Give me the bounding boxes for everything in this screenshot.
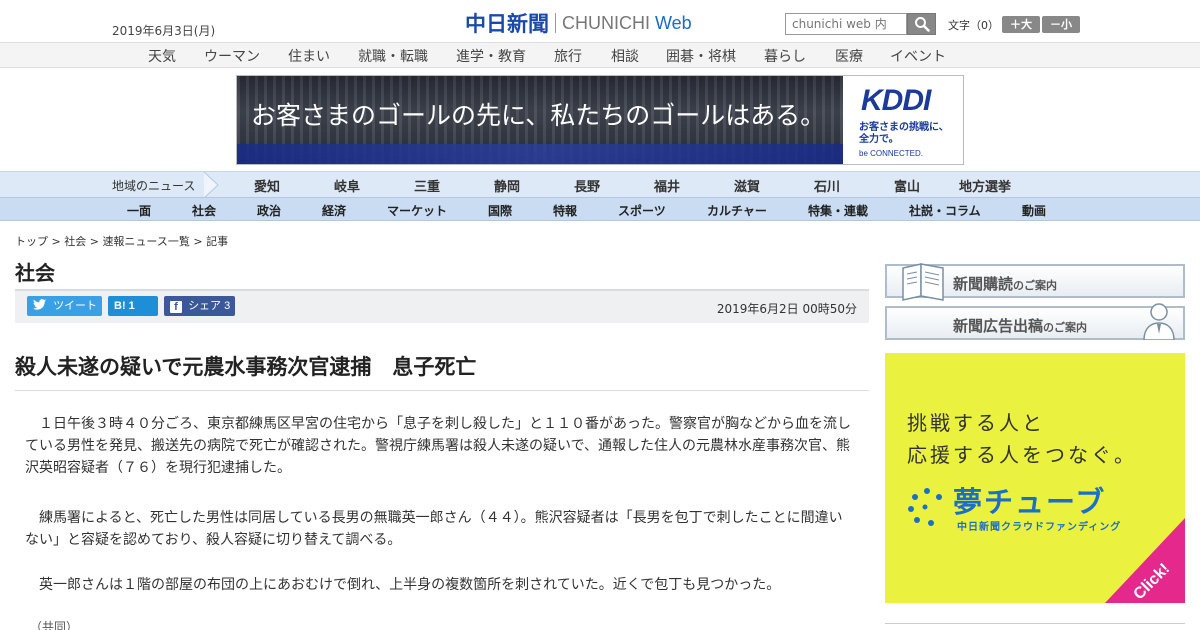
regional-nav-item[interactable]: 富山 <box>894 176 920 195</box>
section-nav-item[interactable]: 一面 <box>127 202 151 219</box>
font-large-button[interactable]: ＋大 <box>1002 16 1040 33</box>
site-header: 2019年6月3日(月) 中日新聞 CHUNICHI Web 文字（0） ＋大 … <box>0 0 1200 42</box>
ad-tagline-2: 全力で。 <box>859 134 899 145</box>
newspaper-icon <box>902 263 944 301</box>
category-nav-item[interactable]: 就職・転職 <box>358 46 428 66</box>
tweet-label: ツイート <box>53 300 98 312</box>
logo-english: CHUNICHI <box>562 12 650 33</box>
section-nav-item[interactable]: 動画 <box>1022 202 1046 219</box>
facebook-share-label: シェア 3 <box>188 300 231 312</box>
breadcrumb-current: 記事 <box>206 235 229 248</box>
subscribe-label-small: のご案内 <box>1013 279 1058 292</box>
category-nav-item[interactable]: 医療 <box>835 46 863 66</box>
logo-kanji: 中日新聞 <box>465 12 549 36</box>
section-nav: 一面 社会 政治 経済 マーケット 国際 特報 スポーツ カルチャー 特集・連載… <box>0 197 1200 221</box>
article-paragraph: １日午後３時４０分ごろ、東京都練馬区早宮の住宅から「息子を刺し殺した」と１１０番… <box>25 416 851 476</box>
section-nav-item[interactable]: 政治 <box>257 202 281 219</box>
businessperson-icon <box>1143 303 1175 340</box>
advertise-label-small: のご案内 <box>1043 321 1088 334</box>
search-input[interactable] <box>785 13 907 35</box>
category-nav-item[interactable]: イベント <box>890 46 946 66</box>
hatena-bookmark-button[interactable]: B! 1 <box>108 296 158 316</box>
regional-nav-item[interactable]: 愛知 <box>254 176 280 195</box>
regional-nav-item[interactable]: 地方選挙 <box>959 176 1011 195</box>
regional-nav-item[interactable]: 石川 <box>814 176 840 195</box>
breadcrumb: トップ > 社会 > 速報ニュース一覧 > 記事 <box>15 233 228 249</box>
section-nav-item[interactable]: 特集・連載 <box>808 202 868 219</box>
subscribe-label: 新聞購読のご案内 <box>953 273 1057 294</box>
article-paragraph: 英一郎さんは１階の部屋の布団の上にあおむけで倒れ、上半身の複数箇所を刺されていた… <box>25 577 781 593</box>
category-nav-item[interactable]: 進学・教育 <box>456 46 526 66</box>
breadcrumb-separator: > <box>48 235 65 248</box>
article-paragraph: 練馬署によると、死亡した男性は同居している長男の無職英一郎さん（４４）。熊沢容疑… <box>25 510 843 548</box>
article-credit: （共同） <box>30 620 79 630</box>
advertise-label-main: 新聞広告出稿 <box>953 317 1044 335</box>
advertise-label: 新聞広告出稿のご案内 <box>953 315 1087 336</box>
tweet-button[interactable]: ツイート <box>27 296 102 316</box>
regional-nav-item[interactable]: 滋賀 <box>734 176 760 195</box>
category-nav-item[interactable]: 住まい <box>288 46 330 66</box>
published-date: 2019年6月2日 00時50分 <box>716 302 857 316</box>
regional-nav-item[interactable]: 静岡 <box>494 176 520 195</box>
subscribe-label-main: 新聞購読 <box>953 275 1014 293</box>
section-title: 社会 <box>15 261 55 285</box>
breadcrumb-link-news-list[interactable]: 速報ニュース一覧 <box>102 235 189 248</box>
ad-tagline-1: お客さまの挑戦に、 <box>859 122 949 133</box>
twitter-bird-icon <box>33 299 46 310</box>
section-nav-item[interactable]: 国際 <box>488 202 512 219</box>
section-nav-item[interactable]: 特報 <box>553 202 577 219</box>
facebook-icon: f <box>170 301 182 313</box>
section-nav-item[interactable]: マーケット <box>387 202 447 219</box>
logo-web: Web <box>655 12 692 33</box>
sidebar-divider <box>885 623 1185 624</box>
category-nav-item[interactable]: ウーマン <box>204 46 260 66</box>
facebook-share-button[interactable]: f シェア 3 <box>164 296 235 316</box>
section-nav-item[interactable]: 社説・コラム <box>909 202 981 219</box>
breadcrumb-link-society[interactable]: 社会 <box>64 235 86 248</box>
click-corner-badge[interactable]: Click! <box>885 353 1185 603</box>
advertise-banner[interactable]: 新聞広告出稿のご案内 <box>885 303 1185 340</box>
section-nav-item[interactable]: カルチャー <box>707 202 767 219</box>
kddi-logo: KDDI <box>861 84 931 117</box>
subscribe-banner[interactable]: 新聞購読のご案内 <box>885 263 1185 301</box>
font-size-label: 文字（0） <box>948 19 999 32</box>
yume-tube-ad[interactable]: 挑戦する人と 応援する人をつなぐ。 夢チューブ 中日新聞クラウドファンディング … <box>885 353 1185 603</box>
category-nav-item[interactable]: 旅行 <box>554 46 582 66</box>
ad-slogan: be CONNECTED. <box>859 149 924 158</box>
breadcrumb-separator: > <box>86 235 103 248</box>
article-headline: 殺人未遂の疑いで元農水事務次官逮捕 息子死亡 <box>15 355 477 379</box>
chevron-right-icon <box>203 172 219 198</box>
regional-nav-item[interactable]: 福井 <box>654 176 680 195</box>
breadcrumb-link-top[interactable]: トップ <box>15 235 48 248</box>
site-logo[interactable]: 中日新聞 CHUNICHI Web <box>465 9 692 37</box>
search-button[interactable] <box>907 13 936 35</box>
section-nav-item[interactable]: 社会 <box>192 202 216 219</box>
font-small-button[interactable]: －小 <box>1042 16 1080 33</box>
header-date: 2019年6月3日(月) <box>112 24 216 38</box>
search-icon <box>914 17 930 32</box>
regional-nav-item[interactable]: 長野 <box>574 176 600 195</box>
regional-nav: 地域のニュース 愛知 岐阜 三重 静岡 長野 福井 滋賀 石川 富山 地方選挙 <box>0 171 1200 198</box>
category-nav-item[interactable]: 暮らし <box>764 46 806 66</box>
regional-nav-label: 地域のニュース <box>112 179 196 193</box>
category-nav-item[interactable]: 天気 <box>148 46 176 66</box>
ad-photo: お客さまのゴールの先に、私たちのゴールはある。 <box>237 76 843 164</box>
logo-separator <box>555 13 556 33</box>
ad-copy: お客さまのゴールの先に、私たちのゴールはある。 <box>251 101 826 130</box>
regional-nav-item[interactable]: 岐阜 <box>334 176 360 195</box>
category-nav-item[interactable]: 相談 <box>611 46 639 66</box>
section-nav-item[interactable]: スポーツ <box>618 202 666 219</box>
category-nav-item[interactable]: 囲碁・将棋 <box>666 46 736 66</box>
breadcrumb-separator: > <box>189 235 207 248</box>
kddi-ad-banner[interactable]: お客さまのゴールの先に、私たちのゴールはある。 KDDI お客さまの挑戦に、 全… <box>236 75 964 165</box>
share-bar: ツイート B! 1 f シェア 3 2019年6月2日 00時50分 <box>15 289 869 323</box>
section-nav-item[interactable]: 経済 <box>322 202 346 219</box>
ad-tagline: お客さまの挑戦に、 全力で。 <box>859 122 949 146</box>
headline-divider <box>15 390 869 391</box>
ad-brand-panel: KDDI お客さまの挑戦に、 全力で。 be CONNECTED. <box>843 76 963 164</box>
category-nav: 天気 ウーマン 住まい 就職・転職 進学・教育 旅行 相談 囲碁・将棋 暮らし … <box>0 42 1200 68</box>
regional-nav-item[interactable]: 三重 <box>414 176 440 195</box>
